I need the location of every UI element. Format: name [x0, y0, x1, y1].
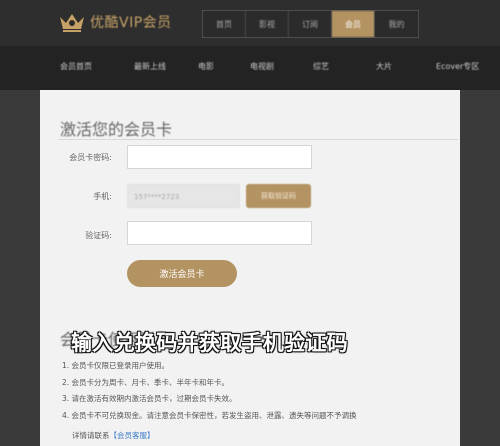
top-tab-subscribe[interactable]: 订阅 [289, 11, 332, 37]
contact-line: 详情请联系【会员客服】 [72, 430, 155, 441]
top-tab-home[interactable]: 首页 [203, 11, 246, 37]
logo[interactable]: 优酷VIP会员 [58, 11, 172, 33]
nav-item-tv[interactable]: 电视剧 [250, 61, 274, 72]
main-nav: 会员首页 最新上线 电影 电视剧 综艺 大片 Ecover专区 [0, 46, 500, 90]
verification-code-input[interactable] [127, 221, 312, 245]
phone-label: 手机: [93, 192, 112, 201]
tutorial-caption: 输入兑换码并获取手机验证码 [71, 331, 348, 355]
notice-rule: 4. 会员卡不可兑换现金。请注意会员卡保密性，若发生盗用、泄露、遗失等问题不予调… [62, 411, 357, 420]
customer-service-link[interactable]: 【会员客服】 [110, 431, 155, 440]
title-divider [58, 139, 458, 140]
verification-code-label: 验证码: [85, 231, 112, 240]
top-tab-video[interactable]: 影视 [246, 11, 289, 37]
card-password-input[interactable] [127, 145, 312, 169]
top-header: 优酷VIP会员 首页 影视 订阅 会员 我的 [0, 0, 500, 46]
nav-item-vip-home[interactable]: 会员首页 [60, 61, 92, 72]
contact-prefix: 详情请联系 [72, 431, 110, 440]
top-tabs: 首页 影视 订阅 会员 我的 [202, 10, 419, 38]
logo-text: 优酷VIP会员 [90, 15, 172, 31]
nav-item-ecover[interactable]: Ecover专区 [436, 61, 479, 72]
crown-icon [60, 14, 84, 32]
nav-item-variety[interactable]: 综艺 [313, 61, 329, 72]
card-password-label: 会员卡密码: [69, 153, 112, 162]
notice-rule: 2. 会员卡分为周卡、月卡、季卡、半年卡和年卡。 [62, 378, 230, 387]
top-tab-vip[interactable]: 会员 [332, 11, 375, 37]
nav-item-movies[interactable]: 电影 [198, 61, 214, 72]
page-title: 激活您的会员卡 [60, 120, 173, 139]
nav-item-latest[interactable]: 最新上线 [134, 61, 166, 72]
nav-item-blockbuster[interactable]: 大片 [376, 61, 392, 72]
activate-card-button[interactable]: 激活会员卡 [127, 260, 237, 287]
notice-rule: 3. 请在激活有效期内激活会员卡，过期会员卡失效。 [62, 394, 237, 403]
top-tab-mine[interactable]: 我的 [375, 11, 418, 37]
phone-field: 157****2723 [127, 184, 240, 208]
notice-rule: 1. 会员卡仅限已登录用户使用。 [62, 361, 170, 370]
get-sms-code-button[interactable]: 获取验证码 [246, 184, 311, 208]
